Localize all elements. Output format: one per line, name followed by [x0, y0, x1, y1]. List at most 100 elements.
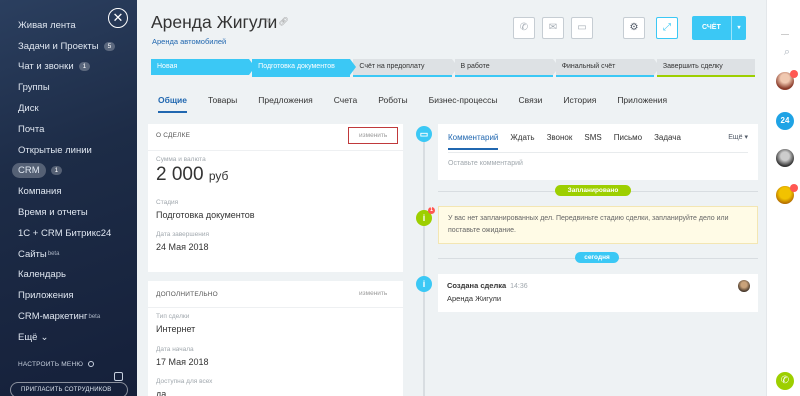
tab[interactable]: Счета	[334, 95, 357, 113]
activity-tab[interactable]: Ждать	[510, 133, 534, 150]
amount-currency: руб	[208, 169, 229, 183]
avatar[interactable]	[738, 280, 750, 292]
deal-category-link[interactable]: Аренда автомобилей	[152, 37, 226, 46]
stage-underline	[454, 75, 553, 77]
sidebar-menu: Живая лента Задачи и Проекты 5 Чат и звонки…	[12, 15, 130, 348]
sidebar-item[interactable]: Диск	[18, 98, 130, 119]
link-icon[interactable]: 🔗︎	[278, 17, 288, 26]
avatar[interactable]	[776, 184, 798, 204]
stage-underline	[555, 75, 654, 77]
stage-5[interactable]: Завершить сделку	[656, 59, 756, 77]
tab[interactable]: Роботы	[378, 95, 407, 113]
more-activities-button[interactable]: Ещё ▾	[728, 133, 748, 141]
avatar[interactable]	[776, 149, 794, 167]
deal-stage-bar: Новая Подготовка документов Счёт на предоп…	[151, 59, 758, 77]
chevron-down-icon: ⌄	[40, 331, 49, 343]
sidebar-item[interactable]: CRM-маркетинг beta	[18, 306, 130, 327]
sidebar-item[interactable]: Задачи и Проекты 5	[18, 36, 130, 57]
stage-label: Стадия	[156, 199, 179, 206]
gear-icon[interactable]: ⚙	[623, 17, 645, 39]
divider	[448, 152, 748, 153]
stage-1[interactable]: Подготовка документов	[252, 59, 357, 77]
activity-tabs: Комментарий Ждать Звонок SMS Письмо Задача	[448, 133, 693, 150]
stage-2[interactable]: Счёт на предоплату	[353, 59, 458, 77]
sidebar-item[interactable]: Компания	[18, 181, 130, 202]
sidebar-item-label: Приложения	[18, 290, 74, 302]
comment-icon: ▭	[416, 126, 432, 142]
sidebar-item-label: Время и отчеты	[18, 207, 88, 219]
sidebar-item[interactable]: 1С + CRM Битрикс24	[18, 223, 130, 244]
activity-tab[interactable]: Письмо	[614, 133, 642, 150]
about-deal-card: О СДЕЛКЕ изменить Сумма и валюта 2 000 р…	[148, 124, 403, 272]
about-deal-title: О СДЕЛКЕ	[156, 132, 191, 139]
counter-badge: 5	[103, 41, 116, 51]
additional-title: ДОПОЛНИТЕЛЬНО	[156, 291, 218, 298]
invite-employees-button[interactable]: ПРИГЛАСИТЬ СОТРУДНИКОВ	[10, 382, 128, 396]
stage-0[interactable]: Новая	[151, 59, 256, 75]
sidebar-item[interactable]: Группы	[18, 77, 130, 98]
tab[interactable]: Бизнес-процессы	[429, 95, 498, 113]
planned-badge: Запланировано	[555, 185, 631, 196]
tab[interactable]: Приложения	[617, 95, 667, 113]
tab[interactable]: Общие	[158, 95, 187, 113]
avatar[interactable]	[776, 70, 798, 90]
sidebar-item-label: 1С + CRM Битрикс24	[18, 227, 112, 239]
sidebar-item[interactable]: Приложения	[18, 285, 130, 306]
sidebar-item[interactable]: Открытые линии	[18, 140, 130, 161]
edit-pencil-icon[interactable]: ✎	[265, 17, 272, 26]
activity-tab[interactable]: Задача	[654, 133, 681, 150]
tab[interactable]: Предложения	[258, 95, 312, 113]
close-date-value: 24 Мая 2018	[156, 242, 209, 252]
activity-tab[interactable]: SMS	[584, 133, 601, 150]
timeline-line	[423, 126, 425, 396]
today-badge: сегодня	[575, 252, 619, 263]
invoice-dropdown-arrow[interactable]: ▾	[731, 16, 746, 40]
start-date-label: Дата начала	[156, 346, 194, 353]
expand-icon[interactable]: ⤢	[656, 17, 678, 39]
counter-badge: 1	[78, 62, 91, 72]
tab[interactable]: Связи	[519, 95, 543, 113]
invoice-button[interactable]: СЧЁТ ▾	[692, 16, 746, 40]
tab[interactable]: История	[563, 95, 596, 113]
tab[interactable]: Товары	[208, 95, 237, 113]
sidebar-item[interactable]: Почта	[18, 119, 130, 140]
about-deal-edit-button[interactable]: изменить	[348, 127, 399, 144]
sidebar-item[interactable]: CRM 1	[12, 161, 130, 182]
left-sidebar: ✕ Живая лента Задачи и Проекты 5 Чат и звон…	[0, 0, 137, 396]
activity-tab[interactable]: Комментарий	[448, 133, 499, 150]
info-icon: i1	[416, 207, 435, 226]
phone-icon[interactable]: ✆	[776, 372, 794, 390]
printer-icon[interactable]	[114, 372, 123, 381]
invoice-button-label: СЧЁТ	[702, 24, 721, 31]
divider	[148, 307, 403, 308]
stage-label: Финальный счёт	[561, 63, 616, 70]
search-icon[interactable]: ⌕	[778, 46, 796, 64]
counter-badge[interactable]: 24	[776, 112, 794, 130]
access-label: Доступна для всех	[156, 378, 213, 385]
chat-icon[interactable]: ▭	[571, 17, 593, 39]
sidebar-item[interactable]: Живая лента	[18, 15, 130, 36]
comment-input[interactable]: Оставьте комментарий	[448, 160, 523, 167]
no-planned-warning: У вас нет запланированных дел. Передвинь…	[438, 206, 758, 244]
stage-4[interactable]: Финальный счёт	[555, 59, 661, 77]
activity-tab[interactable]: Звонок	[547, 133, 573, 150]
divider	[781, 34, 789, 35]
sidebar-item[interactable]: Ещё ⌄	[18, 327, 130, 348]
sidebar-item[interactable]: Время и отчеты	[18, 202, 130, 223]
sidebar-item[interactable]: Чат и звонки 1	[18, 57, 130, 78]
sidebar-item-label: Задачи и Проекты	[18, 40, 99, 52]
sidebar-item-label: Ещё	[18, 331, 38, 343]
stage-3[interactable]: В работе	[454, 59, 559, 77]
mail-icon[interactable]: ✉	[542, 17, 564, 39]
configure-menu-link[interactable]: НАСТРОИТЬ МЕНЮ	[18, 361, 95, 368]
sidebar-item[interactable]: Календарь	[18, 265, 130, 286]
sidebar-item-label: Сайты	[18, 248, 47, 260]
sidebar-item-label: Группы	[18, 82, 50, 94]
stage-underline	[252, 75, 351, 77]
additional-edit-button[interactable]: изменить	[359, 290, 387, 297]
sidebar-item-label: Диск	[18, 103, 39, 115]
event-text: Аренда Жигули	[447, 294, 502, 303]
sidebar-item[interactable]: Сайты beta	[18, 244, 130, 265]
sidebar-item-label: CRM	[12, 163, 46, 179]
phone-icon[interactable]: ✆	[513, 17, 535, 39]
